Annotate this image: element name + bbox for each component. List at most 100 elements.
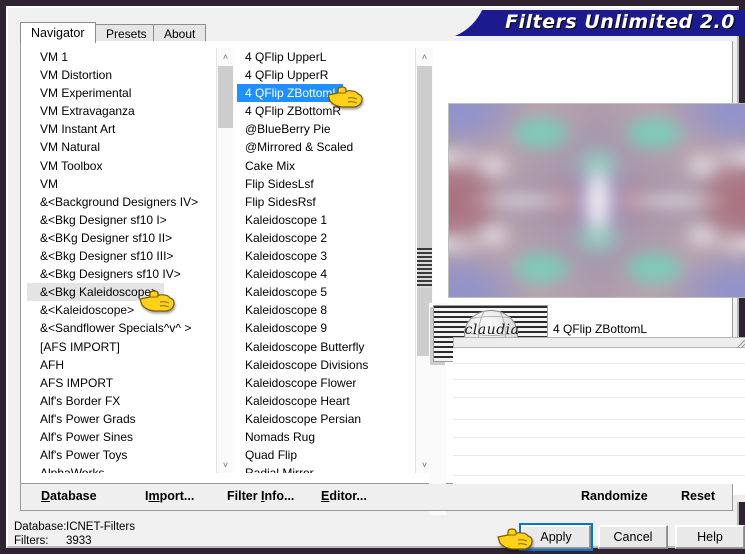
category-list-row[interactable]: &<Bkg Kaleidoscope> [27,283,217,302]
filter-list-row[interactable]: 4 QFlip ZBottomR [237,102,416,120]
tab-presets[interactable]: Presets [95,24,158,42]
category-list-item[interactable]: Alf's Power Toys [27,446,217,464]
category-list-item[interactable]: &<Bkg Designer sf10 III> [27,247,217,265]
filter-list-row[interactable]: Flip SidesLsf [237,175,416,193]
filter-list-row[interactable]: Kaleidoscope 2 [237,229,416,247]
filter-list-items[interactable]: 4 QFlip UpperL 4 QFlip UpperR 4 QFlip ZBot… [237,48,416,473]
category-list-row[interactable]: &<BKg Designer sf10 II> [27,229,217,247]
category-list-item[interactable]: Alf's Power Grads [27,410,217,428]
category-scrollbar[interactable]: ˄ ˅ [216,48,234,473]
filter-list-item[interactable]: Kaleidoscope Flower [237,374,416,392]
filter-list-row[interactable]: 4 QFlip UpperR [237,66,416,84]
filter-list-item[interactable]: Kaleidoscope 5 [237,283,416,301]
import-link[interactable]: Import... [145,489,194,503]
category-list-item[interactable]: VM [27,175,217,193]
filter-list-row[interactable]: Kaleidoscope 8 [237,301,416,319]
category-list-item[interactable]: &<Kaleidoscope> [27,301,217,319]
apply-button[interactable]: Apply [519,523,593,551]
parameter-slider-track[interactable] [453,337,745,348]
category-list-item[interactable]: AFS IMPORT [27,374,217,392]
category-list-row[interactable]: AFH [27,356,217,374]
category-list-row[interactable]: VM Distortion [27,66,217,84]
category-list-row[interactable]: &<Sandflower Specials^v^ > [27,319,217,337]
filter-list-item[interactable]: Kaleidoscope 3 [237,247,416,265]
category-list-row[interactable]: &<Kaleidoscope> [27,301,217,319]
category-list-row[interactable]: Alf's Power Grads [27,410,217,428]
filter-list-row[interactable]: Kaleidoscope Divisions [237,356,416,374]
filter-list-item[interactable]: 4 QFlip UpperR [237,66,416,84]
scroll-down-icon[interactable]: ˅ [217,456,234,473]
category-list-row[interactable]: AFS IMPORT [27,374,217,392]
filter-list-item[interactable]: @Mirrored & Scaled [237,138,416,156]
category-list-item[interactable]: &<BKg Designer sf10 II> [27,229,217,247]
category-list-item[interactable]: AlphaWorks [27,464,217,473]
filter-list-row[interactable]: Kaleidoscope Butterfly [237,338,416,356]
category-list-row[interactable]: &<Bkg Designer sf10 I> [27,211,217,229]
category-list-item[interactable]: VM 1 [27,48,217,66]
cancel-button[interactable]: Cancel [598,525,668,549]
filter-scrollbar-grip[interactable] [417,248,432,288]
filter-list-item[interactable]: Cake Mix [237,157,416,175]
filter-list-row[interactable]: Kaleidoscope Heart [237,392,416,410]
filter-list-row[interactable]: @BlueBerry Pie [237,120,416,138]
category-list-row[interactable]: Alf's Power Toys [27,446,217,464]
filter-list-row[interactable]: Kaleidoscope 5 [237,283,416,301]
category-list-row[interactable]: VM 1 [27,48,217,66]
filter-list-row[interactable]: Quad Flip [237,446,416,464]
category-list-item[interactable]: &<Sandflower Specials^v^ > [27,319,217,337]
scroll-up-icon[interactable]: ˄ [416,48,433,65]
reset-link[interactable]: Reset [681,489,715,503]
filter-list-row[interactable]: Kaleidoscope 4 [237,265,416,283]
filter-list-row[interactable]: Flip SidesRsf [237,193,416,211]
filter-list-item[interactable]: 4 QFlip UpperL [237,48,416,66]
category-list-item[interactable]: [AFS IMPORT] [27,338,217,356]
tab-about[interactable]: About [153,24,207,42]
filter-list-row[interactable]: Kaleidoscope 9 [237,319,416,337]
filter-list-item[interactable]: Flip SidesRsf [237,193,416,211]
filter-list-row[interactable]: 4 QFlip UpperL [237,48,416,66]
category-list-items[interactable]: VM 1 VM Distortion VM Experimental VM Extra… [27,48,217,473]
category-list-row[interactable]: Alf's Power Sines [27,428,217,446]
filter-list-row[interactable]: Nomads Rug [237,428,416,446]
filter-list-item[interactable]: Kaleidoscope Divisions [237,356,416,374]
category-list-row[interactable]: &<Background Designers IV> [27,193,217,211]
category-list-item[interactable]: &<Bkg Designers sf10 IV> [27,265,217,283]
category-list-row[interactable]: VM Natural [27,138,217,156]
filter-list-item[interactable]: Kaleidoscope 1 [237,211,416,229]
filter-list-item[interactable]: 4 QFlip ZBottomR [237,102,416,120]
category-list-item[interactable]: VM Extravaganza [27,102,217,120]
category-list-item[interactable]: Alf's Border FX [27,392,217,410]
category-list-row[interactable]: VM Toolbox [27,157,217,175]
category-list-item[interactable]: &<Background Designers IV> [27,193,217,211]
category-list-item[interactable]: Alf's Power Sines [27,428,217,446]
preview-image[interactable] [448,103,745,298]
category-list-row[interactable]: [AFS IMPORT] [27,338,217,356]
category-list-item[interactable]: VM Experimental [27,84,217,102]
category-list-item[interactable]: &<Bkg Kaleidoscope> [27,283,165,302]
category-list-item[interactable]: VM Distortion [27,66,217,84]
tab-navigator[interactable]: Navigator [20,22,96,43]
category-list-row[interactable]: Alf's Border FX [27,392,217,410]
filter-list-item[interactable]: Quad Flip [237,446,416,464]
category-list-item[interactable]: VM Instant Art [27,120,217,138]
filter-list-row[interactable]: Kaleidoscope Persian [237,410,416,428]
editor-link[interactable]: Editor... [321,489,367,503]
filter-info-link[interactable]: Filter Info... [227,489,294,503]
filter-list-item[interactable]: Kaleidoscope Butterfly [237,338,416,356]
filter-list-item[interactable]: Radial Mirror [237,464,416,473]
category-list-row[interactable]: VM Experimental [27,84,217,102]
filter-list-row[interactable]: Kaleidoscope 3 [237,247,416,265]
filter-list-item[interactable]: Kaleidoscope 2 [237,229,416,247]
category-list-row[interactable]: &<Bkg Designer sf10 III> [27,247,217,265]
filter-list-item[interactable]: Kaleidoscope 4 [237,265,416,283]
filter-list-item[interactable]: Kaleidoscope Heart [237,392,416,410]
category-list-item[interactable]: VM Toolbox [27,157,217,175]
randomize-link[interactable]: Randomize [581,489,648,503]
parameter-list[interactable] [453,337,745,502]
database-link[interactable]: Database [41,489,97,503]
filter-list-item[interactable]: Nomads Rug [237,428,416,446]
filter-listbox[interactable]: 4 QFlip UpperL 4 QFlip UpperR 4 QFlip ZBot… [237,48,433,473]
filter-list-item[interactable]: 4 QFlip ZBottomL [237,84,344,103]
category-list-item[interactable]: AFH [27,356,217,374]
filter-list-item[interactable]: Kaleidoscope Persian [237,410,416,428]
